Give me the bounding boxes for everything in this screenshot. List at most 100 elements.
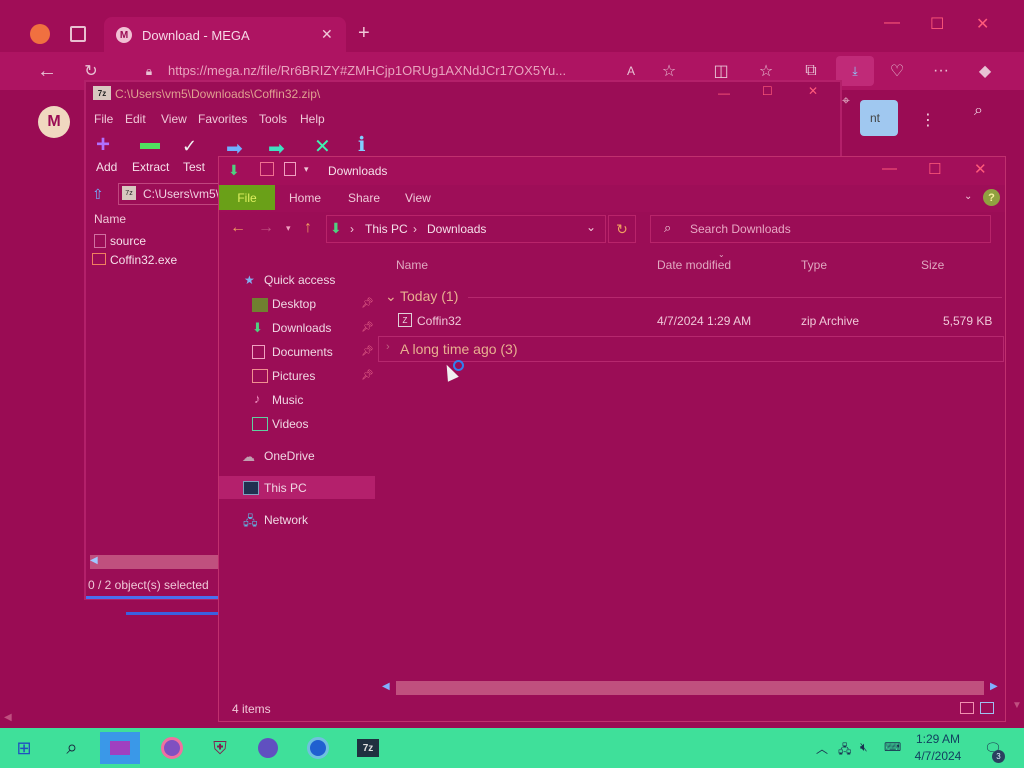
volume-muted-icon[interactable]: 🔇︎: [860, 740, 868, 755]
taskbar-7zip[interactable]: 7z: [348, 732, 388, 764]
browser-maximize-icon[interactable]: ☐: [930, 14, 944, 34]
tab-actions-icon[interactable]: [70, 26, 86, 42]
page-scroll-down-icon[interactable]: ▼: [1012, 700, 1022, 711]
taskbar-app[interactable]: [248, 732, 288, 764]
7zip-menu-help[interactable]: Help: [300, 112, 325, 126]
page-scroll-left-icon[interactable]: ◀: [4, 712, 12, 723]
address-dropdown-icon[interactable]: ⌄: [586, 220, 596, 234]
7zip-hscrollbar[interactable]: [90, 555, 218, 569]
group-collapse-icon[interactable]: ›: [386, 341, 390, 353]
collections-icon[interactable]: ⧉: [800, 60, 822, 82]
explorer-close-icon[interactable]: ✕: [974, 160, 987, 178]
clock-date[interactable]: 4/7/2024: [908, 749, 968, 763]
column-size[interactable]: Size: [921, 258, 944, 272]
nav-music[interactable]: Music: [272, 393, 303, 407]
ribbon-expand-icon[interactable]: ⌄: [964, 191, 972, 202]
scroll-right-icon[interactable]: ▶: [990, 681, 998, 692]
add-icon[interactable]: +: [96, 133, 110, 157]
test-button[interactable]: Test: [183, 160, 205, 174]
nav-quick-access[interactable]: Quick access: [264, 273, 335, 287]
help-icon[interactable]: ?: [983, 189, 1000, 206]
nav-pictures[interactable]: Pictures: [272, 369, 315, 383]
split-screen-icon[interactable]: ◫: [710, 60, 732, 82]
7zip-menu-favorites[interactable]: Favorites: [198, 112, 247, 126]
nav-desktop[interactable]: Desktop: [272, 297, 316, 311]
taskbar-search-icon[interactable]: ⌕: [52, 732, 92, 764]
explorer-minimize-icon[interactable]: —: [882, 160, 897, 177]
properties-icon[interactable]: [260, 162, 274, 176]
refresh-button-icon[interactable]: ↻: [608, 215, 636, 243]
nav-back-icon[interactable]: ←: [230, 219, 246, 237]
new-folder-icon[interactable]: [284, 162, 296, 176]
downloads-quick-icon[interactable]: ⬇: [228, 162, 240, 179]
details-view-icon[interactable]: [960, 702, 974, 714]
explorer-hscrollbar[interactable]: [396, 681, 984, 695]
breadcrumb-downloads[interactable]: Downloads: [427, 222, 486, 236]
mega-side-button[interactable]: nt: [860, 100, 898, 136]
profile-icon[interactable]: [30, 24, 50, 44]
recent-locations-icon[interactable]: ▾: [286, 223, 291, 234]
7zip-item-source[interactable]: source: [110, 234, 146, 248]
folder-up-icon[interactable]: ⇧: [92, 186, 104, 203]
7zip-menu-view[interactable]: View: [161, 112, 187, 126]
ribbon-tab-home[interactable]: Home: [289, 191, 321, 205]
add-button[interactable]: Add: [96, 160, 117, 174]
extract-icon[interactable]: [140, 143, 160, 149]
explorer-maximize-icon[interactable]: ☐: [928, 160, 941, 178]
browser-close-icon[interactable]: ✕: [976, 14, 989, 34]
file-coffin32-name[interactable]: Coffin32: [417, 314, 461, 328]
nav-up-icon[interactable]: ↑: [304, 219, 312, 237]
mega-logo[interactable]: M: [38, 106, 70, 138]
test-icon[interactable]: ✓: [182, 136, 197, 157]
qat-dropdown-icon[interactable]: ▾: [304, 164, 309, 175]
group-today[interactable]: Today (1): [400, 288, 458, 304]
taskbar-defender-icon[interactable]: ⛨: [200, 732, 240, 764]
info-icon[interactable]: ℹ: [358, 132, 366, 157]
mega-kebab-icon[interactable]: ⋮: [920, 110, 936, 130]
7zip-name-header[interactable]: Name: [94, 212, 126, 226]
7zip-menu-edit[interactable]: Edit: [125, 112, 146, 126]
ribbon-tab-share[interactable]: Share: [348, 191, 380, 205]
input-tray-icon[interactable]: ⌨: [884, 740, 901, 754]
back-icon[interactable]: ←: [36, 60, 58, 82]
7zip-minimize-icon[interactable]: —: [718, 86, 730, 100]
7zip-scroll-left-icon[interactable]: ◀: [90, 555, 98, 566]
new-tab-icon[interactable]: +: [358, 22, 370, 45]
mega-search-icon[interactable]: ⌕: [974, 102, 983, 120]
refresh-icon[interactable]: ↻: [80, 60, 102, 82]
taskbar-edge[interactable]: [298, 732, 338, 764]
7zip-menu-tools[interactable]: Tools: [259, 112, 287, 126]
7zip-menu-file[interactable]: File: [94, 112, 113, 126]
lock-icon[interactable]: 🔒︎: [138, 60, 160, 82]
column-date-modified[interactable]: Date modified: [657, 258, 731, 272]
pin-pictures-icon[interactable]: 📌︎: [361, 370, 374, 381]
group-expand-icon[interactable]: ⌄: [385, 288, 397, 305]
read-aloud-icon[interactable]: A: [620, 60, 642, 82]
extract-button[interactable]: Extract: [132, 160, 169, 174]
tray-chevron-icon[interactable]: ︿: [816, 740, 828, 757]
browser-essentials-icon[interactable]: ♡: [886, 60, 908, 82]
favorite-star-icon[interactable]: ☆: [658, 60, 680, 82]
pin-documents-icon[interactable]: 📌︎: [361, 346, 374, 357]
copilot-icon[interactable]: ◆: [974, 60, 996, 82]
clock-time[interactable]: 1:29 AM: [908, 732, 968, 746]
large-icons-view-icon[interactable]: [980, 702, 994, 714]
taskbar-explorer[interactable]: [100, 732, 140, 764]
start-windows-icon[interactable]: ⊞: [4, 732, 44, 764]
column-type[interactable]: Type: [801, 258, 827, 272]
ribbon-tab-file[interactable]: File: [219, 185, 275, 210]
column-name[interactable]: Name: [396, 258, 428, 272]
nav-documents[interactable]: Documents: [272, 345, 333, 359]
more-menu-icon[interactable]: ···: [930, 60, 952, 82]
scroll-left-icon[interactable]: ◀: [382, 681, 390, 692]
browser-minimize-icon[interactable]: —: [884, 14, 900, 32]
group-long-ago[interactable]: A long time ago (3): [400, 341, 518, 357]
7zip-maximize-icon[interactable]: ☐: [762, 84, 773, 98]
pin-icon[interactable]: ⌖: [842, 92, 850, 109]
nav-network[interactable]: Network: [264, 513, 308, 527]
nav-downloads[interactable]: Downloads: [272, 321, 331, 335]
nav-this-pc[interactable]: This PC: [264, 481, 307, 495]
nav-forward-icon[interactable]: →: [258, 219, 274, 237]
network-tray-icon[interactable]: 🖧︎: [838, 740, 851, 761]
tab-close-icon[interactable]: ✕: [321, 26, 333, 43]
